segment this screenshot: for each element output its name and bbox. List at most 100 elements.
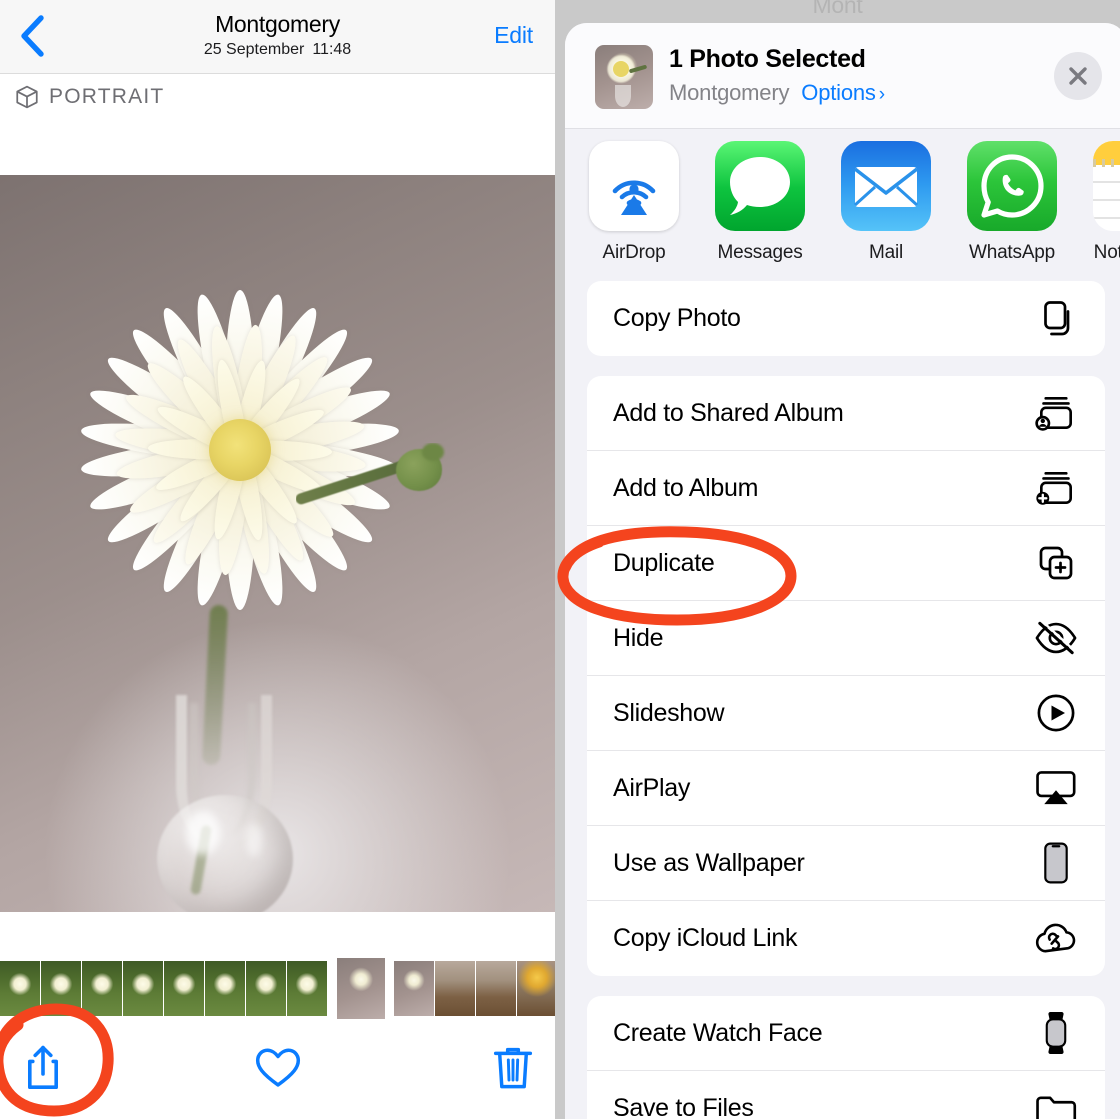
share-action-copy-photo[interactable]: Copy Photo <box>587 281 1105 356</box>
selected-photo-thumbnail[interactable] <box>595 45 653 109</box>
airplay-icon <box>1036 771 1076 805</box>
messages-icon <box>730 157 790 215</box>
airdrop-icon-tile <box>589 141 679 231</box>
share-app-notes[interactable]: Notes <box>1093 141 1120 264</box>
options-label: Options <box>801 80 876 105</box>
share-action-group: Add to Shared Album Add to Album Duplica… <box>587 376 1105 976</box>
share-sheet: 1 Photo Selected Montgomery Options › Ai… <box>565 23 1120 1119</box>
thumbnail-item[interactable] <box>287 961 327 1016</box>
vase-highlight-secondary <box>246 823 262 857</box>
flower-bud-tip <box>422 443 444 461</box>
notes-icon-rings <box>1093 159 1120 167</box>
thumbnail-item[interactable] <box>164 961 204 1016</box>
share-action-label: Add to Shared Album <box>613 398 844 427</box>
share-icon <box>28 1045 58 1089</box>
share-action-label: Add to Album <box>613 473 759 502</box>
share-action-add-to-shared-album[interactable]: Add to Shared Album <box>587 376 1105 451</box>
thumbnail-item-selected[interactable] <box>337 958 385 1019</box>
add-to-album-icon <box>1033 465 1079 511</box>
share-app-whatsapp[interactable]: WhatsApp <box>967 141 1057 264</box>
portrait-badge[interactable]: PORTRAIT <box>14 84 164 110</box>
notes-icon <box>1093 141 1120 231</box>
thumbnail-item[interactable] <box>123 961 163 1016</box>
thumbnail-strip[interactable] <box>0 958 555 1019</box>
share-action-copy-icloud-link[interactable]: Copy iCloud Link <box>587 901 1105 976</box>
album-name: Montgomery <box>669 80 790 105</box>
share-action-duplicate[interactable]: Duplicate <box>587 526 1105 601</box>
share-action-use-as-wallpaper[interactable]: Use as Wallpaper <box>587 826 1105 901</box>
favorite-button[interactable] <box>243 1033 313 1103</box>
share-sheet-panel: Mont 1 Photo Selected Montgomery Options… <box>555 0 1120 1119</box>
hide-eye-icon <box>1035 620 1077 655</box>
share-app-label: AirDrop <box>602 242 666 263</box>
selection-subtitle-row: Montgomery Options › <box>669 80 885 106</box>
folder-icon <box>1036 1096 1077 1119</box>
share-app-label: WhatsApp <box>968 242 1056 263</box>
share-action-label: Copy iCloud Link <box>613 924 798 952</box>
thumbnail-item[interactable] <box>41 961 81 1016</box>
folder-icon <box>1033 1086 1079 1119</box>
vase-highlight <box>186 811 220 855</box>
icloud-link-icon <box>1035 923 1076 953</box>
thumbnail-item[interactable] <box>205 961 245 1016</box>
thumbnail-item[interactable] <box>0 961 40 1016</box>
share-action-airplay[interactable]: AirPlay <box>587 751 1105 826</box>
main-photo[interactable] <box>0 175 555 912</box>
share-action-label: Copy Photo <box>613 304 741 332</box>
flower-center <box>209 419 271 481</box>
screen-root: Montgomery 25 September 11:48 Edit PORTRA… <box>0 0 1120 1119</box>
close-sheet-button[interactable] <box>1054 52 1102 100</box>
shared-album-icon <box>1033 390 1079 436</box>
duplicate-icon <box>1039 546 1073 580</box>
share-button[interactable] <box>8 1033 78 1103</box>
notes-icon-tile <box>1093 141 1120 231</box>
share-action-create-watch-face[interactable]: Create Watch Face <box>587 996 1105 1071</box>
iphone-icon <box>1033 840 1079 886</box>
share-action-label: Slideshow <box>613 698 725 727</box>
share-app-label: Mail <box>868 242 904 263</box>
apple-watch-icon <box>1033 1010 1079 1056</box>
options-button[interactable]: Options › <box>801 80 885 106</box>
portrait-badge-label: PORTRAIT <box>49 85 165 108</box>
thumbnail-item[interactable] <box>476 961 516 1016</box>
thumbnail-item[interactable] <box>82 961 122 1016</box>
share-action-save-to-files[interactable]: Save to Files <box>587 1071 1105 1119</box>
notes-icon-line <box>1093 181 1120 183</box>
notes-icon-line <box>1093 217 1120 219</box>
thumb-flower-core <box>613 61 629 77</box>
share-app-airdrop[interactable]: AirDrop <box>589 141 679 264</box>
share-action-hide[interactable]: Hide <box>587 601 1105 676</box>
navigation-bar: Montgomery 25 September 11:48 Edit <box>0 0 555 74</box>
hide-eye-icon <box>1033 615 1079 661</box>
share-action-groups: Copy Photo Add to Shared Album Add to Al… <box>565 281 1120 1119</box>
share-action-label: Use as Wallpaper <box>613 848 805 877</box>
share-app-label: Notes <box>1093 242 1120 263</box>
play-circle-icon <box>1037 694 1075 732</box>
share-action-label: Duplicate <box>613 548 715 577</box>
thumbnail-item[interactable] <box>517 961 555 1016</box>
add-to-album-icon <box>1036 472 1072 505</box>
share-action-add-to-album[interactable]: Add to Album <box>587 451 1105 526</box>
thumbnail-item[interactable] <box>394 961 434 1016</box>
share-app-mail[interactable]: Mail <box>841 141 931 264</box>
delete-button[interactable] <box>478 1033 548 1103</box>
thumbnail-item[interactable] <box>435 961 475 1016</box>
notes-icon-line <box>1093 199 1120 201</box>
duplicate-icon <box>1033 540 1079 586</box>
share-action-slideshow[interactable]: Slideshow <box>587 676 1105 751</box>
thumbnail-item[interactable] <box>246 961 286 1016</box>
vase-bulb <box>157 795 293 912</box>
share-app-row[interactable]: AirDrop Messages Mail WhatsApp Notes <box>565 129 1120 281</box>
whatsapp-icon <box>981 154 1044 218</box>
flower-side-stem <box>296 443 446 573</box>
nav-title-block: Montgomery 25 September 11:48 <box>0 10 555 60</box>
edit-button[interactable]: Edit <box>494 22 533 49</box>
share-action-group: Copy Photo <box>587 281 1105 356</box>
share-action-group: Create Watch Face Save to Files <box>587 996 1105 1119</box>
share-app-messages[interactable]: Messages <box>715 141 805 264</box>
selection-count-title: 1 Photo Selected <box>669 45 866 73</box>
cube-icon <box>16 85 38 109</box>
page-title: Montgomery <box>215 11 340 37</box>
share-action-label: Save to Files <box>613 1094 754 1119</box>
play-circle-icon <box>1033 690 1079 736</box>
